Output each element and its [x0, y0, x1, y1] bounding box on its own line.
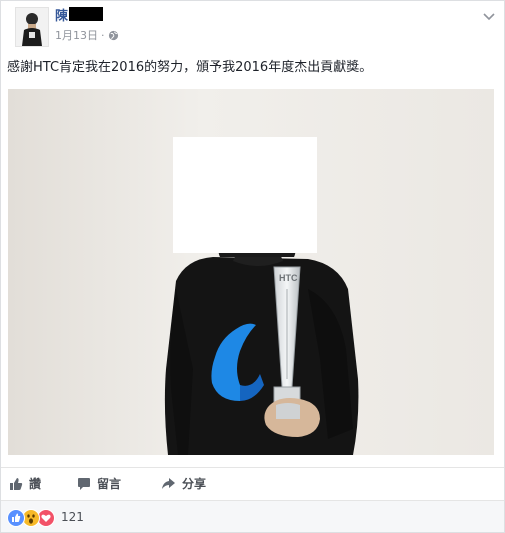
post-date[interactable]: 1月13日 — [55, 27, 98, 43]
facebook-post: 陳 1月13日 · 感謝HTC肯定我在2016的努力，頒予我2016年度杰出貢獻… — [0, 0, 505, 533]
trophy-text: HTC — [279, 273, 298, 283]
globe-icon[interactable] — [108, 30, 119, 41]
share-button[interactable]: 分享 — [161, 475, 206, 492]
author-name-redaction — [69, 7, 104, 21]
share-icon — [161, 477, 176, 491]
post-action-bar: 讚 留言 分享 — [1, 467, 504, 500]
comment-button[interactable]: 留言 — [77, 475, 121, 492]
post-photo[interactable]: HTC — [8, 89, 494, 455]
author-avatar[interactable] — [15, 7, 49, 47]
reaction-icons[interactable] — [7, 509, 55, 527]
like-label: 讚 — [29, 477, 42, 491]
like-icon — [7, 509, 25, 527]
post-text: 感謝HTC肯定我在2016的努力，頒予我2016年度杰出貢獻獎。 — [7, 60, 373, 75]
reactions-bar: 121 — [1, 500, 504, 532]
reaction-count[interactable]: 121 — [61, 510, 84, 524]
avatar-image — [16, 8, 48, 46]
face-redaction — [173, 137, 317, 253]
chevron-down-icon[interactable] — [482, 7, 496, 21]
post-meta: 1月13日 · — [55, 27, 119, 43]
photo-image: HTC — [8, 89, 494, 455]
like-button[interactable]: 讚 — [9, 475, 41, 492]
comment-icon — [77, 477, 91, 491]
share-label: 分享 — [182, 477, 207, 491]
thumbs-up-icon — [9, 477, 23, 491]
post-header: 陳 1月13日 · — [1, 1, 504, 51]
comment-label: 留言 — [97, 477, 122, 491]
author-name[interactable]: 陳 — [55, 5, 68, 24]
meta-separator: · — [101, 28, 105, 42]
author-name-row[interactable]: 陳 — [55, 5, 104, 24]
